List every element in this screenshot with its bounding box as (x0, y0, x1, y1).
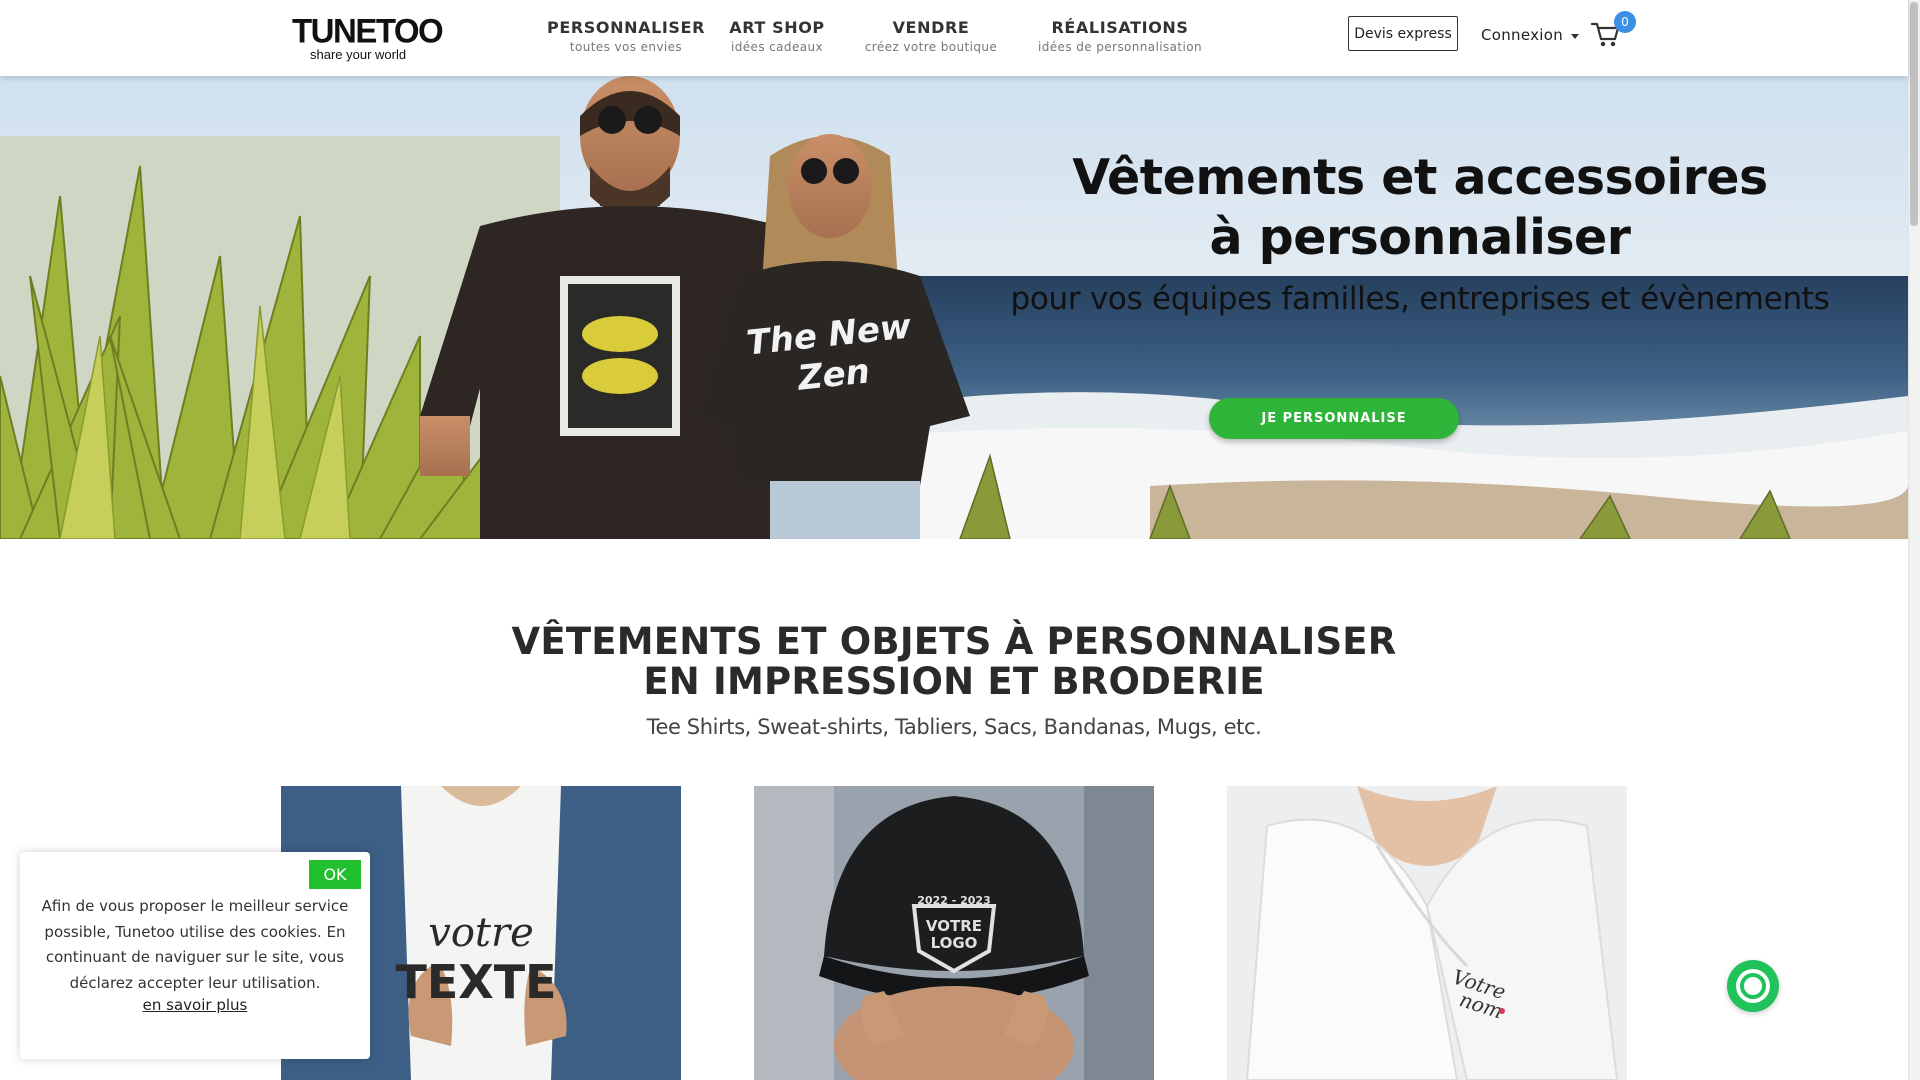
nav-item-vendre[interactable]: VENDRE créez votre boutique (842, 18, 1020, 54)
section-title-line2: EN IMPRESSION ET BRODERIE (643, 660, 1265, 703)
chat-ring (1740, 973, 1766, 999)
nav-item-subtitle: idées de personnalisation (1038, 40, 1202, 54)
devis-express-button[interactable]: Devis express (1348, 16, 1458, 51)
svg-text:LOGO: LOGO (931, 934, 978, 952)
nav-item-title: RÉALISATIONS (1051, 18, 1189, 37)
svg-text:TEXTE: TEXTE (395, 955, 556, 1009)
cookie-text: Afin de vous proposer le meilleur servic… (41, 897, 349, 992)
nav-item-personnaliser[interactable]: PERSONNALISER toutes vos envies (540, 18, 712, 54)
svg-text:2022 - 2023: 2022 - 2023 (917, 894, 990, 907)
nav-item-subtitle: idées cadeaux (731, 40, 823, 54)
cap-photo: 2022 - 2023 VOTRE LOGO (754, 786, 1154, 1080)
connexion-dropdown[interactable]: Connexion (1481, 26, 1580, 44)
vertical-scrollbar[interactable] (1908, 0, 1920, 1080)
hero-title-line2: à personnaliser (1209, 209, 1631, 266)
scrollbar-thumb[interactable] (1910, 2, 1918, 226)
connexion-label: Connexion (1481, 26, 1564, 44)
section-title-line1: VÊTEMENTS ET OBJETS À PERSONNALISER (511, 620, 1397, 663)
main-nav: PERSONNALISER toutes vos envies ART SHOP… (540, 18, 1220, 54)
tunetoo-logo[interactable]: TUNETOO share your world (292, 11, 444, 64)
nav-item-realisations[interactable]: RÉALISATIONS idées de personnalisation (1020, 18, 1220, 54)
section-title: VÊTEMENTS ET OBJETS À PERSONNALISER EN I… (0, 622, 1908, 702)
nav-item-subtitle: toutes vos envies (569, 40, 683, 54)
hero-title-line1: Vêtements et accessoires (1072, 149, 1768, 206)
logo-wordmark: TUNETOO (292, 11, 444, 50)
chat-bubble-icon[interactable] (1727, 960, 1779, 1012)
logo-tagline: share your world (310, 47, 407, 62)
svg-text:votre: votre (428, 910, 534, 956)
hero-banner: The New Zen Vêtements et accessoires à p… (0, 76, 1908, 539)
product-card-cap[interactable]: 2022 - 2023 VOTRE LOGO (754, 786, 1154, 1080)
hero-title: Vêtements et accessoires à personnaliser (1000, 148, 1840, 268)
svg-text:Zen: Zen (795, 351, 872, 398)
nav-item-subtitle: créez votre boutique (864, 40, 998, 54)
cookie-banner: OK Afin de vous proposer le meilleur ser… (20, 852, 370, 1059)
svg-text:VOTRE: VOTRE (926, 917, 982, 935)
je-personnalise-button[interactable]: JE PERSONNALISE (1209, 398, 1459, 439)
bathrobe-photo: Votre nom (1227, 786, 1627, 1080)
nav-item-title: ART SHOP (729, 18, 825, 37)
chat-bubble-inner (1736, 969, 1770, 1003)
page: TUNETOO share your world PERSONNALISER t… (0, 0, 1920, 1080)
cookie-ok-button[interactable]: OK (309, 860, 361, 889)
cookie-learn-more-link[interactable]: en savoir plus (20, 996, 370, 1014)
site-header: TUNETOO share your world PERSONNALISER t… (0, 0, 1908, 76)
cart-count-badge: 0 (1614, 11, 1636, 33)
hero-subtitle: pour vos équipes familles, entreprises e… (1010, 281, 1830, 317)
section-subtitle: Tee Shirts, Sweat-shirts, Tabliers, Sacs… (646, 715, 1262, 739)
product-card-bathrobe[interactable]: Votre nom (1227, 786, 1627, 1080)
nav-item-title: VENDRE (892, 18, 970, 37)
nav-item-title: PERSONNALISER (547, 18, 705, 37)
caret-down-icon (1571, 33, 1580, 39)
nav-item-art-shop[interactable]: ART SHOP idées cadeaux (712, 18, 842, 54)
